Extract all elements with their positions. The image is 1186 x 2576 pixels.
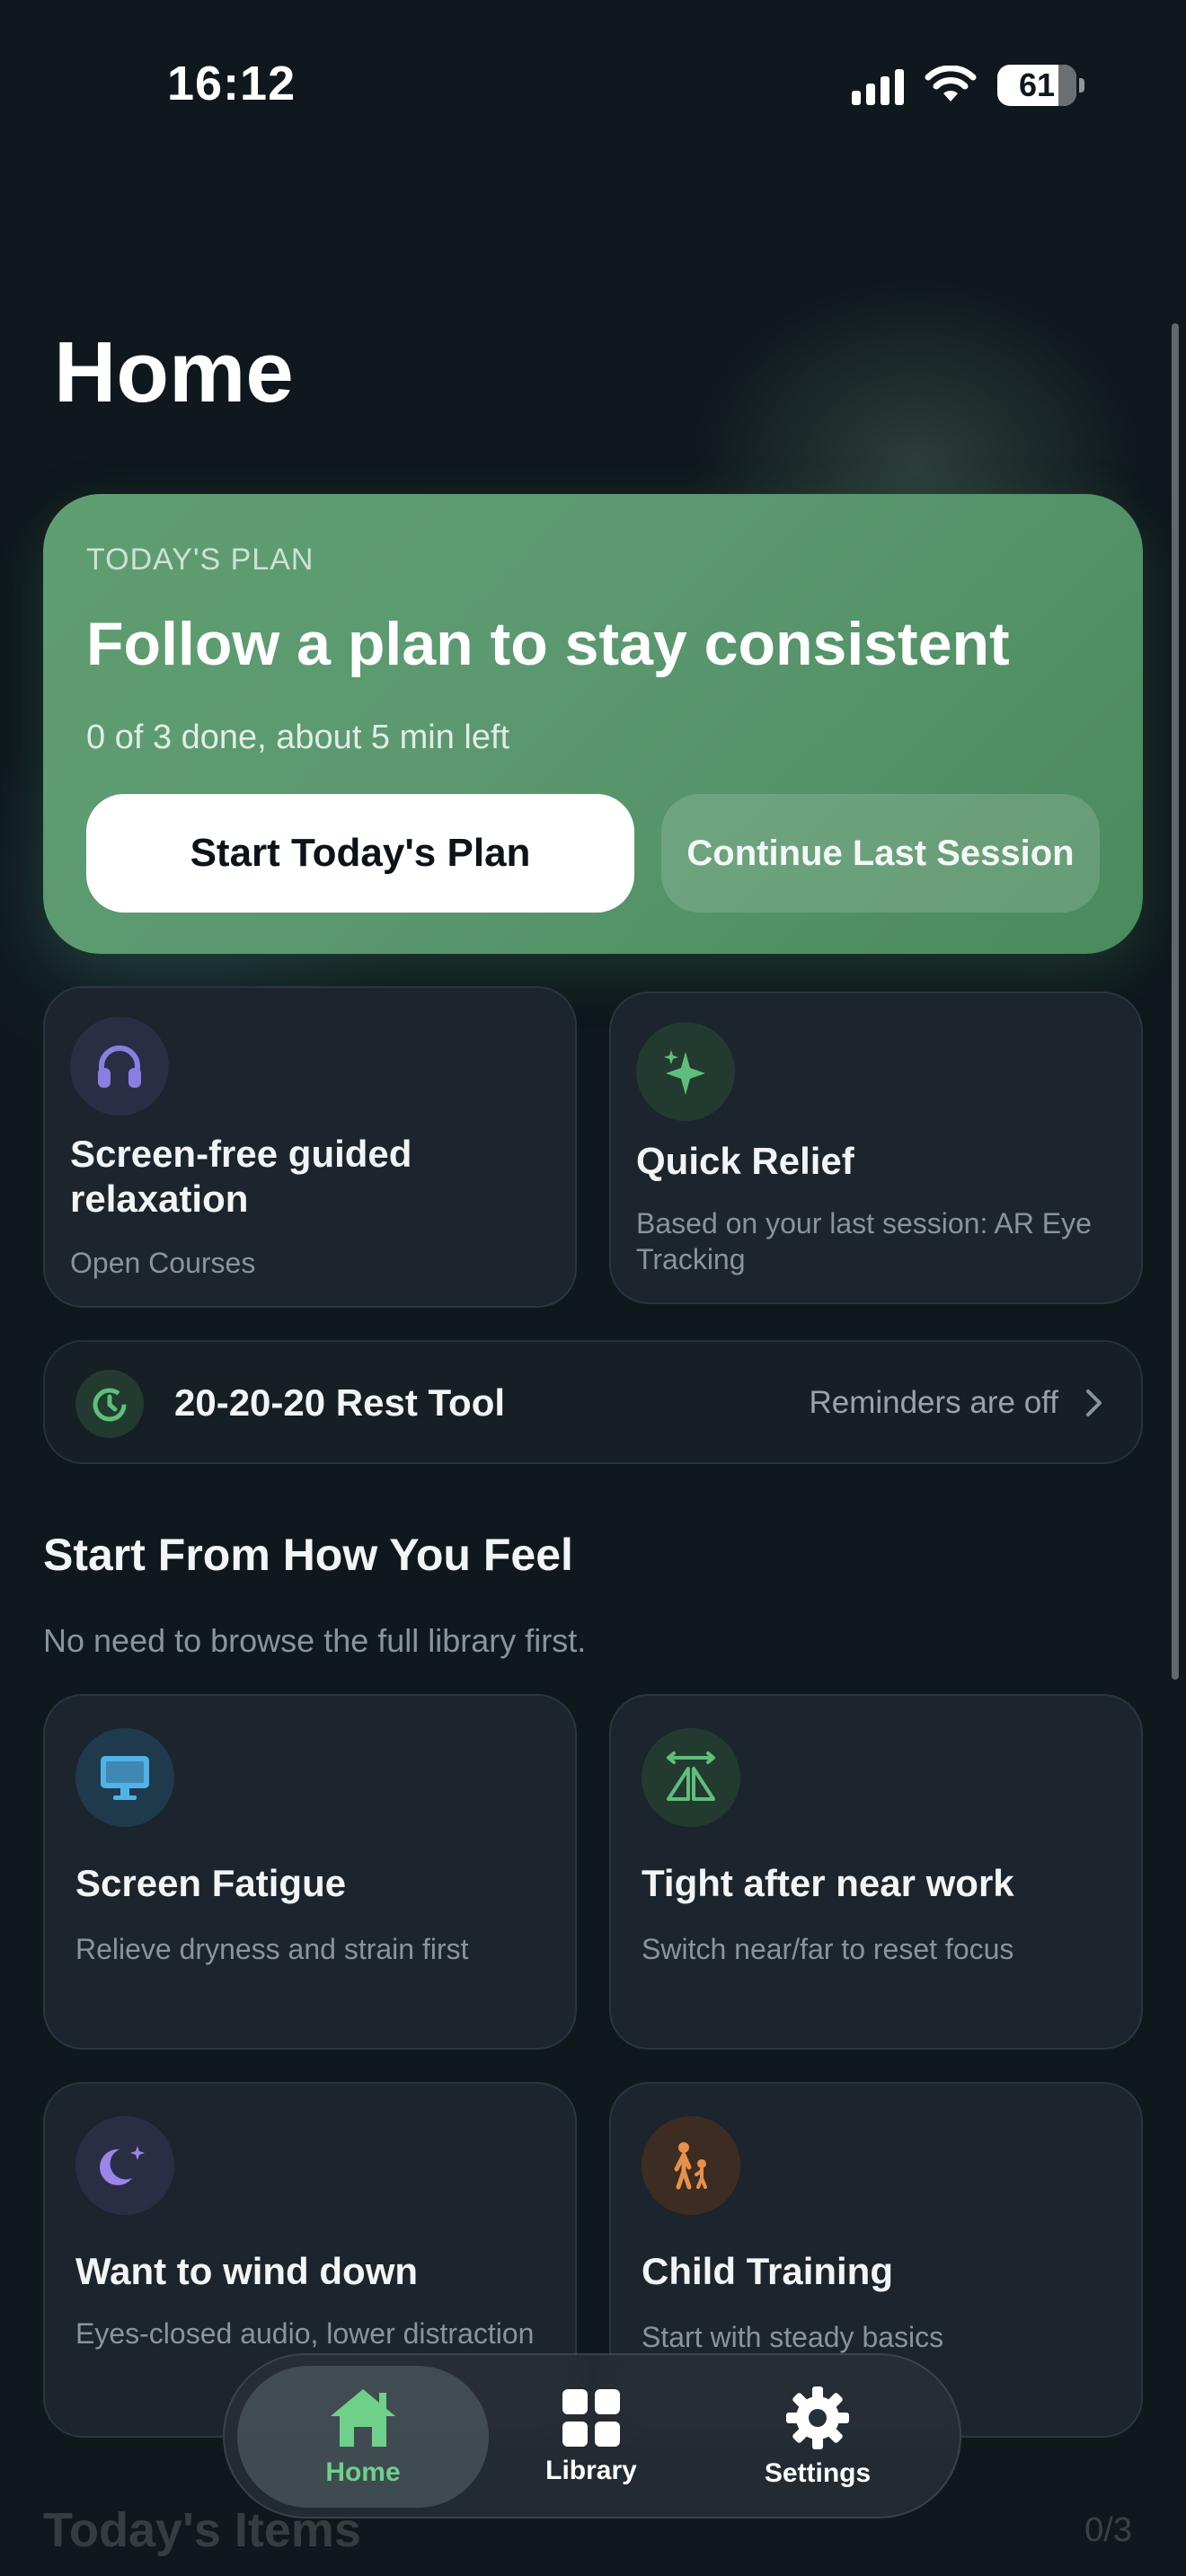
gear-icon bbox=[786, 2386, 849, 2449]
battery-empty-portion bbox=[1058, 65, 1076, 106]
card-subtitle: Switch near/far to reset focus bbox=[642, 1933, 1014, 1965]
timer-icon bbox=[75, 1370, 144, 1438]
card-title: Tight after near work bbox=[642, 1862, 1014, 1904]
sparkle-icon bbox=[636, 1022, 735, 1121]
cellular-signal-icon bbox=[852, 66, 904, 105]
plan-title: Follow a plan to stay consistent bbox=[86, 610, 1010, 678]
bottom-tab-bar: Home Library Settings bbox=[223, 2353, 961, 2519]
quick-relief-card[interactable]: Quick Relief Based on your last session:… bbox=[609, 992, 1143, 1304]
card-title: Screen-free guided relaxation bbox=[70, 1133, 412, 1220]
tab-label: Library bbox=[545, 2456, 637, 2485]
continue-session-button[interactable]: Continue Last Session bbox=[661, 794, 1100, 913]
card-title: Quick Relief bbox=[636, 1140, 854, 1182]
grid-icon bbox=[562, 2389, 620, 2447]
card-title: Child Training bbox=[642, 2250, 893, 2292]
status-icons: 61 bbox=[852, 65, 1084, 106]
child-icon bbox=[642, 2116, 740, 2215]
todays-plan-card: TODAY'S PLAN Follow a plan to stay consi… bbox=[43, 494, 1143, 954]
moon-icon bbox=[75, 2116, 174, 2215]
page-title: Home bbox=[54, 324, 294, 420]
rest-tool-row[interactable]: 20-20-20 Rest Tool Reminders are off bbox=[43, 1340, 1143, 1464]
plan-kicker: TODAY'S PLAN bbox=[86, 543, 314, 577]
feel-card-near-work[interactable]: Tight after near work Switch near/far to… bbox=[609, 1694, 1143, 2050]
feel-card-screen-fatigue[interactable]: Screen Fatigue Relieve dryness and strai… bbox=[43, 1694, 577, 2050]
card-title: Screen Fatigue bbox=[75, 1862, 347, 1904]
reminder-status: Reminders are off bbox=[809, 1385, 1058, 1420]
tab-home[interactable]: Home bbox=[237, 2366, 489, 2508]
home-screen: 16:12 61 Home TODAY'S PLAN Follow a plan… bbox=[0, 0, 1186, 2576]
status-time: 16:12 bbox=[167, 57, 296, 110]
tab-settings[interactable]: Settings bbox=[728, 2366, 907, 2508]
todays-items-count: 0/3 bbox=[1084, 2511, 1132, 2549]
plan-progress: 0 of 3 done, about 5 min left bbox=[86, 719, 510, 756]
home-icon bbox=[331, 2389, 395, 2447]
card-subtitle: Relieve dryness and strain first bbox=[75, 1933, 469, 1965]
monitor-icon bbox=[75, 1728, 174, 1827]
battery-icon: 61 bbox=[997, 65, 1084, 106]
start-plan-button[interactable]: Start Today's Plan bbox=[86, 794, 634, 913]
chevron-right-icon bbox=[1086, 1389, 1102, 1416]
rest-tool-title: 20-20-20 Rest Tool bbox=[174, 1381, 506, 1424]
card-title: Want to wind down bbox=[75, 2250, 419, 2292]
scrollbar[interactable] bbox=[1172, 323, 1179, 1680]
battery-level: 61 bbox=[1018, 66, 1056, 103]
card-subtitle: Open Courses bbox=[70, 1247, 256, 1279]
section-subtitle: No need to browse the full library first… bbox=[43, 1622, 587, 1659]
headphones-icon bbox=[70, 1017, 169, 1116]
wifi-icon bbox=[925, 66, 977, 101]
card-subtitle: Eyes-closed audio, lower distraction bbox=[75, 2317, 535, 2350]
tab-library[interactable]: Library bbox=[501, 2366, 681, 2508]
tab-label: Home bbox=[325, 2457, 401, 2487]
focus-shift-icon bbox=[642, 1728, 740, 1827]
card-subtitle: Start with steady basics bbox=[642, 2321, 944, 2353]
card-subtitle: Based on your last session: AR Eye Track… bbox=[636, 1207, 1092, 1275]
tab-label: Settings bbox=[764, 2458, 872, 2488]
section-title: Start From How You Feel bbox=[43, 1530, 573, 1580]
relaxation-card[interactable]: Screen-free guided relaxation Open Cours… bbox=[43, 986, 577, 1308]
